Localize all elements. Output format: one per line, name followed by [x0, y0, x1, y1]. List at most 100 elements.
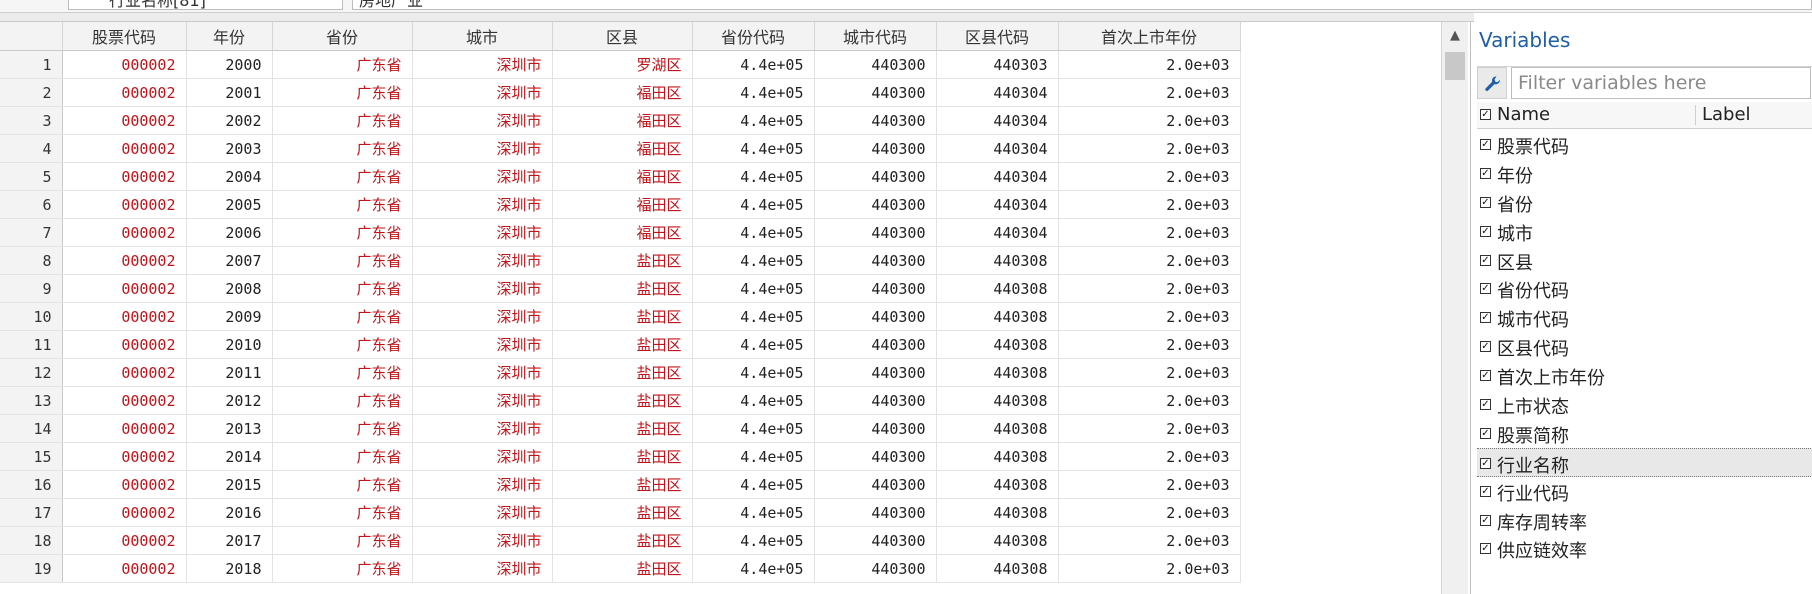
column-header[interactable]: 股票代码: [62, 22, 187, 51]
variable-list-item[interactable]: ✓ 供应链效率: [1477, 534, 1812, 563]
cell-year[interactable]: 2014: [186, 442, 273, 471]
cell-stock-code[interactable]: 000002: [62, 414, 187, 443]
cell-year[interactable]: 2011: [186, 358, 273, 387]
cell-county[interactable]: 盐田区: [552, 526, 693, 555]
cell-year[interactable]: 2006: [186, 218, 273, 247]
variable-list-item[interactable]: ✓ 行业名称: [1477, 447, 1812, 477]
current-variable-field[interactable]: 行业名称[81]: [68, 0, 343, 10]
cell-province-code[interactable]: 4.4e+05: [692, 218, 815, 247]
cell-ipo-year[interactable]: 2.0e+03: [1058, 190, 1241, 219]
cell-county[interactable]: 盐田区: [552, 554, 693, 583]
cell-county[interactable]: 盐田区: [552, 470, 693, 499]
cell-county-code[interactable]: 440303: [936, 50, 1059, 79]
cell-county[interactable]: 福田区: [552, 78, 693, 107]
variable-list-item[interactable]: ✓ 区县代码: [1477, 332, 1812, 361]
cell-county-code[interactable]: 440308: [936, 414, 1059, 443]
row-number[interactable]: 15: [0, 442, 63, 471]
variable-checkbox[interactable]: ✓: [1480, 225, 1491, 237]
row-number[interactable]: 2: [0, 78, 63, 107]
cell-city-code[interactable]: 440300: [814, 78, 937, 107]
cell-city[interactable]: 深圳市: [412, 106, 553, 135]
cell-county[interactable]: 盐田区: [552, 358, 693, 387]
cell-year[interactable]: 2017: [186, 526, 273, 555]
variable-checkbox[interactable]: ✓: [1480, 254, 1491, 266]
variable-checkbox[interactable]: ✓: [1480, 543, 1491, 555]
column-divider[interactable]: [1695, 105, 1696, 125]
row-number[interactable]: 3: [0, 106, 63, 135]
cell-ipo-year[interactable]: 2.0e+03: [1058, 386, 1241, 415]
cell-city[interactable]: 深圳市: [412, 442, 553, 471]
cell-city-code[interactable]: 440300: [814, 218, 937, 247]
cell-year[interactable]: 2018: [186, 554, 273, 583]
cell-ipo-year[interactable]: 2.0e+03: [1058, 498, 1241, 527]
cell-city-code[interactable]: 440300: [814, 470, 937, 499]
cell-stock-code[interactable]: 000002: [62, 218, 187, 247]
variable-checkbox[interactable]: ✓: [1480, 196, 1491, 208]
cell-city[interactable]: 深圳市: [412, 50, 553, 79]
cell-ipo-year[interactable]: 2.0e+03: [1058, 526, 1241, 555]
cell-stock-code[interactable]: 000002: [62, 498, 187, 527]
cell-province-code[interactable]: 4.4e+05: [692, 50, 815, 79]
cell-province-code[interactable]: 4.4e+05: [692, 442, 815, 471]
cell-county[interactable]: 盐田区: [552, 302, 693, 331]
cell-ipo-year[interactable]: 2.0e+03: [1058, 246, 1241, 275]
cell-ipo-year[interactable]: 2.0e+03: [1058, 218, 1241, 247]
cell-county-code[interactable]: 440308: [936, 526, 1059, 555]
cell-year[interactable]: 2003: [186, 134, 273, 163]
cell-province-code[interactable]: 4.4e+05: [692, 470, 815, 499]
cell-ipo-year[interactable]: 2.0e+03: [1058, 442, 1241, 471]
column-header[interactable]: 城市代码: [814, 22, 937, 51]
row-number[interactable]: 18: [0, 526, 63, 555]
variable-list-item[interactable]: ✓ 行业代码: [1477, 477, 1812, 506]
cell-city-code[interactable]: 440300: [814, 526, 937, 555]
cell-ipo-year[interactable]: 2.0e+03: [1058, 302, 1241, 331]
cell-stock-code[interactable]: 000002: [62, 162, 187, 191]
label-column-header[interactable]: Label: [1702, 104, 1751, 125]
row-number[interactable]: 14: [0, 414, 63, 443]
cell-city-code[interactable]: 440300: [814, 134, 937, 163]
row-number[interactable]: 6: [0, 190, 63, 219]
column-header[interactable]: 年份: [186, 22, 273, 51]
cell-province-code[interactable]: 4.4e+05: [692, 274, 815, 303]
cell-county-code[interactable]: 440304: [936, 162, 1059, 191]
name-column-header[interactable]: Name: [1497, 104, 1550, 125]
cell-city[interactable]: 深圳市: [412, 358, 553, 387]
cell-province[interactable]: 广东省: [272, 498, 413, 527]
cell-stock-code[interactable]: 000002: [62, 106, 187, 135]
cell-province-code[interactable]: 4.4e+05: [692, 554, 815, 583]
cell-county[interactable]: 福田区: [552, 134, 693, 163]
variable-checkbox[interactable]: ✓: [1480, 427, 1491, 439]
cell-stock-code[interactable]: 000002: [62, 302, 187, 331]
cell-province[interactable]: 广东省: [272, 526, 413, 555]
cell-county-code[interactable]: 440308: [936, 302, 1059, 331]
column-header[interactable]: 首次上市年份: [1058, 22, 1241, 51]
cell-city-code[interactable]: 440300: [814, 498, 937, 527]
variable-list-item[interactable]: ✓ 股票简称: [1477, 419, 1812, 448]
variable-checkbox[interactable]: ✓: [1480, 341, 1491, 353]
row-number[interactable]: 19: [0, 554, 63, 583]
row-number[interactable]: 5: [0, 162, 63, 191]
cell-city[interactable]: 深圳市: [412, 470, 553, 499]
cell-city[interactable]: 深圳市: [412, 162, 553, 191]
cell-value-field[interactable]: 房地产业: [352, 0, 1812, 10]
cell-city[interactable]: 深圳市: [412, 386, 553, 415]
column-header[interactable]: 省份代码: [692, 22, 815, 51]
cell-ipo-year[interactable]: 2.0e+03: [1058, 414, 1241, 443]
cell-city-code[interactable]: 440300: [814, 106, 937, 135]
cell-province-code[interactable]: 4.4e+05: [692, 498, 815, 527]
cell-ipo-year[interactable]: 2.0e+03: [1058, 78, 1241, 107]
cell-ipo-year[interactable]: 2.0e+03: [1058, 134, 1241, 163]
cell-province[interactable]: 广东省: [272, 302, 413, 331]
cell-province[interactable]: 广东省: [272, 134, 413, 163]
cell-county[interactable]: 福田区: [552, 218, 693, 247]
cell-county-code[interactable]: 440308: [936, 386, 1059, 415]
variable-list-item[interactable]: ✓ 首次上市年份: [1477, 361, 1812, 390]
cell-ipo-year[interactable]: 2.0e+03: [1058, 330, 1241, 359]
row-number[interactable]: 12: [0, 358, 63, 387]
cell-county[interactable]: 福田区: [552, 190, 693, 219]
cell-ipo-year[interactable]: 2.0e+03: [1058, 358, 1241, 387]
variable-list-item[interactable]: ✓ 股票代码: [1477, 130, 1812, 159]
cell-county-code[interactable]: 440304: [936, 134, 1059, 163]
cell-county-code[interactable]: 440308: [936, 330, 1059, 359]
row-number[interactable]: 17: [0, 498, 63, 527]
